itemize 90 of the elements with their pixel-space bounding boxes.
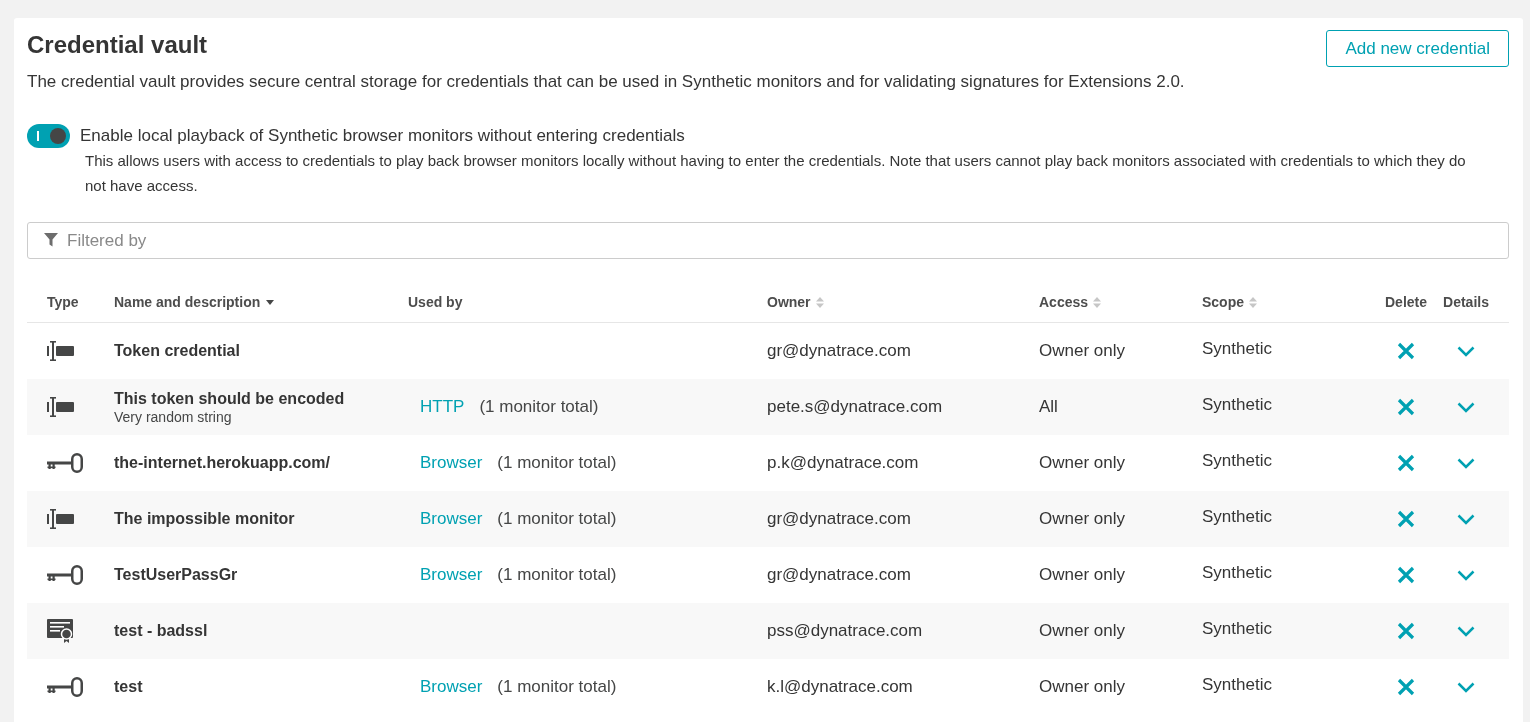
delete-button[interactable] — [1397, 566, 1415, 584]
column-header[interactable]: Name and description — [114, 293, 275, 311]
delete-button[interactable] — [1397, 510, 1415, 528]
owner-email: gr@dynatrace.com — [767, 509, 911, 529]
chevron-down-icon — [1457, 625, 1475, 637]
key-icon — [47, 677, 83, 697]
credential-name: The impossible monitor — [114, 509, 295, 529]
column-header: Type — [47, 293, 79, 311]
key-icon — [47, 453, 83, 473]
owner-email: k.l@dynatrace.com — [767, 677, 913, 697]
details-button[interactable] — [1457, 513, 1475, 525]
monitor-count: (1 monitor total) — [479, 397, 599, 417]
x-icon — [1397, 566, 1415, 584]
owner-email: pete.s@dynatrace.com — [767, 397, 943, 417]
text-field-icon — [47, 509, 74, 529]
chevron-down-icon — [1457, 457, 1475, 469]
access-level: Owner only — [1039, 677, 1125, 697]
scope-label: Synthetic — [1202, 562, 1272, 583]
certificate-icon — [47, 619, 73, 643]
x-icon — [1397, 510, 1415, 528]
column-header[interactable]: Access — [1039, 293, 1102, 311]
delete-button[interactable] — [1397, 678, 1415, 696]
chevron-down-icon — [1457, 681, 1475, 693]
chevron-down-icon — [1457, 401, 1475, 413]
scope-label: Synthetic — [1202, 394, 1272, 415]
column-header: Delete — [1385, 293, 1427, 311]
scope-label: Synthetic — [1202, 450, 1272, 471]
monitor-type-link[interactable]: HTTP — [420, 397, 465, 417]
scope-label: Synthetic — [1202, 674, 1272, 695]
owner-email: gr@dynatrace.com — [767, 565, 911, 585]
access-level: Owner only — [1039, 621, 1125, 641]
x-icon — [1397, 454, 1415, 472]
owner-email: p.k@dynatrace.com — [767, 453, 919, 473]
monitor-count: (1 monitor total) — [497, 509, 617, 529]
details-button[interactable] — [1457, 345, 1475, 357]
owner-email: gr@dynatrace.com — [767, 341, 911, 361]
scope-label: Synthetic — [1202, 618, 1272, 639]
credential-name: Token credential — [114, 341, 240, 361]
toggle-switch[interactable] — [27, 124, 70, 148]
delete-button[interactable] — [1397, 454, 1415, 472]
delete-button[interactable] — [1397, 398, 1415, 416]
x-icon — [1397, 622, 1415, 640]
monitor-type-link[interactable]: Browser — [420, 453, 483, 473]
column-header: Used by — [408, 293, 463, 311]
monitor-type-link[interactable]: Browser — [420, 509, 483, 529]
credential-name: test — [114, 677, 143, 697]
chevron-down-icon — [1457, 569, 1475, 581]
add-credential-button[interactable]: Add new credential — [1326, 30, 1509, 67]
scope-label: Synthetic — [1202, 506, 1272, 527]
access-level: Owner only — [1039, 453, 1125, 473]
toggle-note: This allows users with access to credentials to play back browser monitors locally without having to enter the credentials. Note that users cannot play back monitors associated with credentials to which they do not have access. — [85, 151, 1467, 196]
toggle-label: Enable local playback of Synthetic browser monitors without entering credentials — [80, 125, 685, 147]
credential-name: TestUserPassGr — [114, 565, 238, 585]
chevron-down-icon — [1457, 345, 1475, 357]
filter-field[interactable]: Filtered by — [27, 222, 1509, 259]
x-icon — [1397, 398, 1415, 416]
monitor-count: (1 monitor total) — [497, 453, 617, 473]
x-icon — [1397, 678, 1415, 696]
owner-email: pss@dynatrace.com — [767, 621, 923, 641]
column-header[interactable]: Scope — [1202, 293, 1257, 311]
chevron-down-icon — [1457, 513, 1475, 525]
column-header[interactable]: Owner — [767, 293, 824, 311]
monitor-type-link[interactable]: Browser — [420, 565, 483, 585]
scope-label: Synthetic — [1202, 338, 1272, 359]
column-header: Details — [1443, 293, 1489, 311]
access-level: Owner only — [1039, 565, 1125, 585]
credential-description: Very random string — [114, 408, 232, 426]
filter-icon — [44, 233, 58, 247]
key-icon — [47, 565, 83, 585]
credential-name: the-internet.herokuapp.com/ — [114, 453, 331, 473]
x-icon — [1397, 342, 1415, 360]
credential-name: test - badssl — [114, 621, 208, 641]
text-field-icon — [47, 397, 74, 417]
details-button[interactable] — [1457, 681, 1475, 693]
delete-button[interactable] — [1397, 342, 1415, 360]
access-level: Owner only — [1039, 341, 1125, 361]
details-button[interactable] — [1457, 625, 1475, 637]
details-button[interactable] — [1457, 569, 1475, 581]
monitor-count: (1 monitor total) — [497, 565, 617, 585]
details-button[interactable] — [1457, 457, 1475, 469]
credential-name: This token should be encoded — [114, 388, 345, 409]
page-description: The credential vault provides secure central storage for credentials that can be used in Synthetic monitors and for validating signatures for Extensions 2.0. — [27, 71, 1186, 93]
text-field-icon — [47, 341, 74, 361]
details-button[interactable] — [1457, 401, 1475, 413]
access-level: All — [1039, 397, 1058, 417]
page-title: Credential vault — [27, 31, 208, 59]
monitor-type-link[interactable]: Browser — [420, 677, 483, 697]
access-level: Owner only — [1039, 509, 1125, 529]
monitor-count: (1 monitor total) — [497, 677, 617, 697]
delete-button[interactable] — [1397, 622, 1415, 640]
